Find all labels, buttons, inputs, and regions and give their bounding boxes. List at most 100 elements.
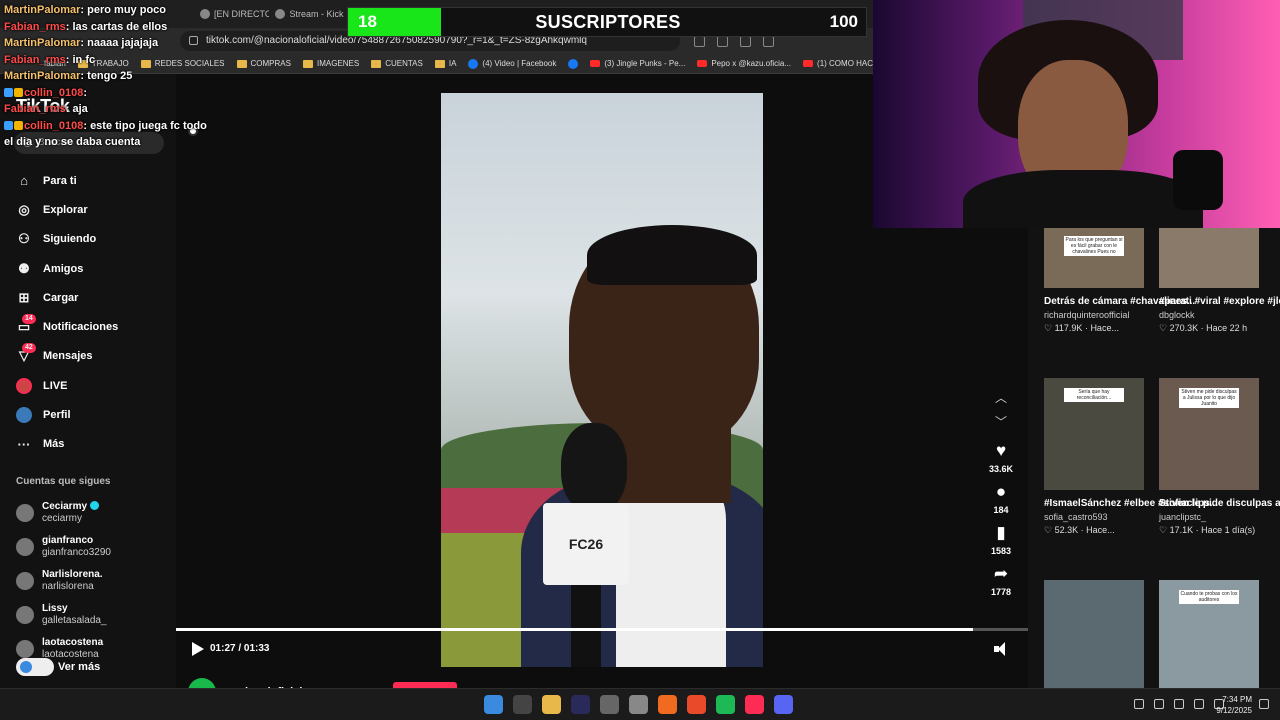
taskbar-app-icon[interactable]	[600, 695, 619, 714]
video-progress-bar[interactable]	[176, 628, 1028, 631]
nav-item-amigos[interactable]: ⚉ Amigos	[16, 254, 176, 283]
comment-button[interactable]: ● 184	[976, 482, 1026, 515]
browser-tab[interactable]: Stream - Kick Dashb	[275, 9, 345, 19]
bookmark-item[interactable]: IA	[434, 59, 456, 68]
following-text: Lissy galletasalada_	[42, 603, 107, 627]
nav-item-mensajes[interactable]: ▽ 42 Mensajes	[16, 342, 176, 371]
taskbar-app-icon[interactable]	[716, 695, 735, 714]
extensions-icon[interactable]	[763, 35, 774, 47]
nav-item-siguiendo[interactable]: ⚇ Siguiendo	[16, 225, 176, 254]
stream-chat-overlay: MartinPalomar: pero muy poco Fabian_rms: …	[4, 2, 234, 151]
mic-tray-icon[interactable]	[1154, 699, 1164, 709]
translate-icon[interactable]	[694, 35, 705, 47]
following-item[interactable]: Narlislorena. narlislorena	[16, 564, 166, 598]
chat-badge-icon	[14, 87, 23, 97]
taskbar-app-icon[interactable]	[687, 695, 706, 714]
taskbar-app-icon[interactable]	[513, 695, 532, 714]
taskbar-app-icon[interactable]	[774, 695, 793, 714]
play-icon[interactable]	[192, 642, 204, 656]
feed-thumbnail[interactable]: Stiven me pide disculpas a Julissa por l…	[1159, 378, 1259, 490]
following-name: laotacostena	[42, 637, 103, 649]
following-title: Cuentas que sigues	[16, 476, 111, 487]
nav-item-explorar[interactable]: ◎ Explorar	[16, 195, 176, 224]
feed-thumbnail[interactable]: Para los que preguntan si es fácil graba…	[1044, 226, 1144, 288]
bookmark-item[interactable]: Pepo x @kazu.oficia...	[697, 59, 791, 68]
feed-title: #parati #viral #explore #jlexis...	[1159, 296, 1280, 307]
share-icon[interactable]	[717, 35, 728, 47]
notifications-icon[interactable]	[1259, 699, 1269, 709]
feed-card[interactable]: #parati #viral #explore #jlexis... dbgloc…	[1151, 226, 1280, 334]
bookmark-item[interactable]	[568, 58, 579, 69]
video-frame[interactable]: FC26	[441, 93, 763, 667]
facebook-icon	[468, 58, 479, 69]
nav-item-live[interactable]: LIVE	[16, 371, 176, 400]
feed-thumbnail[interactable]: Cuando te probas con los auditores	[1159, 580, 1259, 692]
nav-label: Cargar	[43, 291, 79, 304]
network-tray-icon[interactable]	[1194, 699, 1204, 709]
feed-meta: ♡ 52.3K · Hace...	[1044, 525, 1151, 536]
bookmark-label: COMPRAS	[250, 59, 291, 68]
following-text: Ceciarmy ceciarmy	[42, 501, 100, 525]
taskbar-app-icon[interactable]	[571, 695, 590, 714]
feed-thumbnail[interactable]	[1044, 580, 1144, 692]
chat-text: las cartas de ellos	[72, 20, 168, 33]
avatar	[16, 538, 34, 556]
bookmark-item[interactable]: (4) Video | Facebook	[468, 58, 556, 69]
feed-card[interactable]: Para los que preguntan si es fácil graba…	[1036, 226, 1195, 334]
taskbar-app-icon[interactable]	[745, 695, 764, 714]
like-button[interactable]: ♥ 33.6K	[976, 441, 1026, 474]
chevron-down-icon[interactable]: ﹀	[976, 409, 1026, 433]
bookmark-item[interactable]: CUENTAS	[371, 59, 423, 68]
mic-flag-brand: FC26	[543, 503, 629, 585]
nav-badge: 42	[22, 343, 36, 354]
taskbar-app-icon[interactable]	[542, 695, 561, 714]
taskbar-app-icon[interactable]	[629, 695, 648, 714]
nav-label: Más	[43, 438, 65, 451]
meta-separator: ·	[1078, 525, 1087, 535]
nav-item-perfil[interactable]: Perfil	[16, 400, 176, 429]
volume-icon[interactable]	[994, 642, 1010, 656]
following-name-text: gianfranco	[42, 535, 94, 546]
nav-item-notificaciones[interactable]: ▭ 14 Notificaciones	[16, 312, 176, 341]
bookmark-label: IMAGENES	[316, 59, 360, 68]
feed-card[interactable]: Cuando te probas con los auditores	[1151, 580, 1266, 692]
feed-likes: 52.3K	[1054, 525, 1079, 535]
chat-message: MartinPalomar: pero muy poco	[4, 2, 234, 19]
share-button[interactable]: ➦ 1778	[976, 564, 1026, 597]
volume-tray-icon[interactable]	[1174, 699, 1184, 709]
feed-card[interactable]: Sería que hay reconciliación... #IsmaelSá…	[1036, 378, 1218, 536]
chat-message: MartinPalomar: tengo 25	[4, 68, 234, 85]
nav-item-cargar[interactable]: ⊞ Cargar	[16, 283, 176, 312]
taskbar-clock[interactable]: 7:34 PM 9/12/2025	[1206, 694, 1252, 716]
bookmark-item[interactable]: IMAGENES	[302, 59, 360, 68]
feed-card[interactable]	[1036, 580, 1151, 692]
bookmark-star-icon[interactable]	[740, 35, 751, 47]
bookmark-item[interactable]: COMPRAS	[236, 59, 291, 68]
nav-item-para-ti[interactable]: ⌂ Para ti	[16, 166, 176, 195]
save-button[interactable]: ▮ 1583	[976, 523, 1026, 556]
thumbnail-caption: Stiven me pide disculpas a Julissa por l…	[1179, 388, 1239, 408]
chevron-up-icon[interactable]: ︿	[976, 385, 1026, 409]
feed-thumbnail[interactable]	[1159, 226, 1259, 288]
following-item[interactable]: Lissy galletasalada_	[16, 598, 166, 632]
following-item[interactable]: Ceciarmy ceciarmy	[16, 496, 166, 530]
taskbar-apps	[484, 695, 793, 714]
chat-username: Fabian_rms	[4, 103, 66, 115]
nav-item-más[interactable]: ··· Más	[16, 430, 176, 459]
taskbar-app-icon[interactable]	[484, 695, 503, 714]
following-handle: ceciarmy	[42, 513, 83, 524]
home-icon: ⌂	[16, 173, 32, 189]
see-more-button[interactable]: Ver más	[16, 658, 100, 676]
feed-card[interactable]: Stiven me pide disculpas a Julissa por l…	[1151, 378, 1280, 536]
see-more-label: Ver más	[58, 661, 101, 673]
following-item[interactable]: gianfranco gianfranco3290	[16, 530, 166, 564]
chevron-up-tray-icon[interactable]	[1134, 699, 1144, 709]
chat-username: Fabian_rms	[4, 20, 66, 33]
bookmark-item[interactable]: (3) Jingle Punks - Pe...	[590, 59, 685, 68]
taskbar-app-icon[interactable]	[658, 695, 677, 714]
tab-title: Stream - Kick Dashb	[289, 9, 344, 19]
feed-meta: ♡ 117.9K · Hace...	[1044, 323, 1151, 334]
feed-thumbnail[interactable]: Sería que hay reconciliación...	[1044, 378, 1144, 490]
facebook-icon	[568, 58, 579, 69]
chat-message: Fabian_rms: aja	[4, 101, 234, 118]
